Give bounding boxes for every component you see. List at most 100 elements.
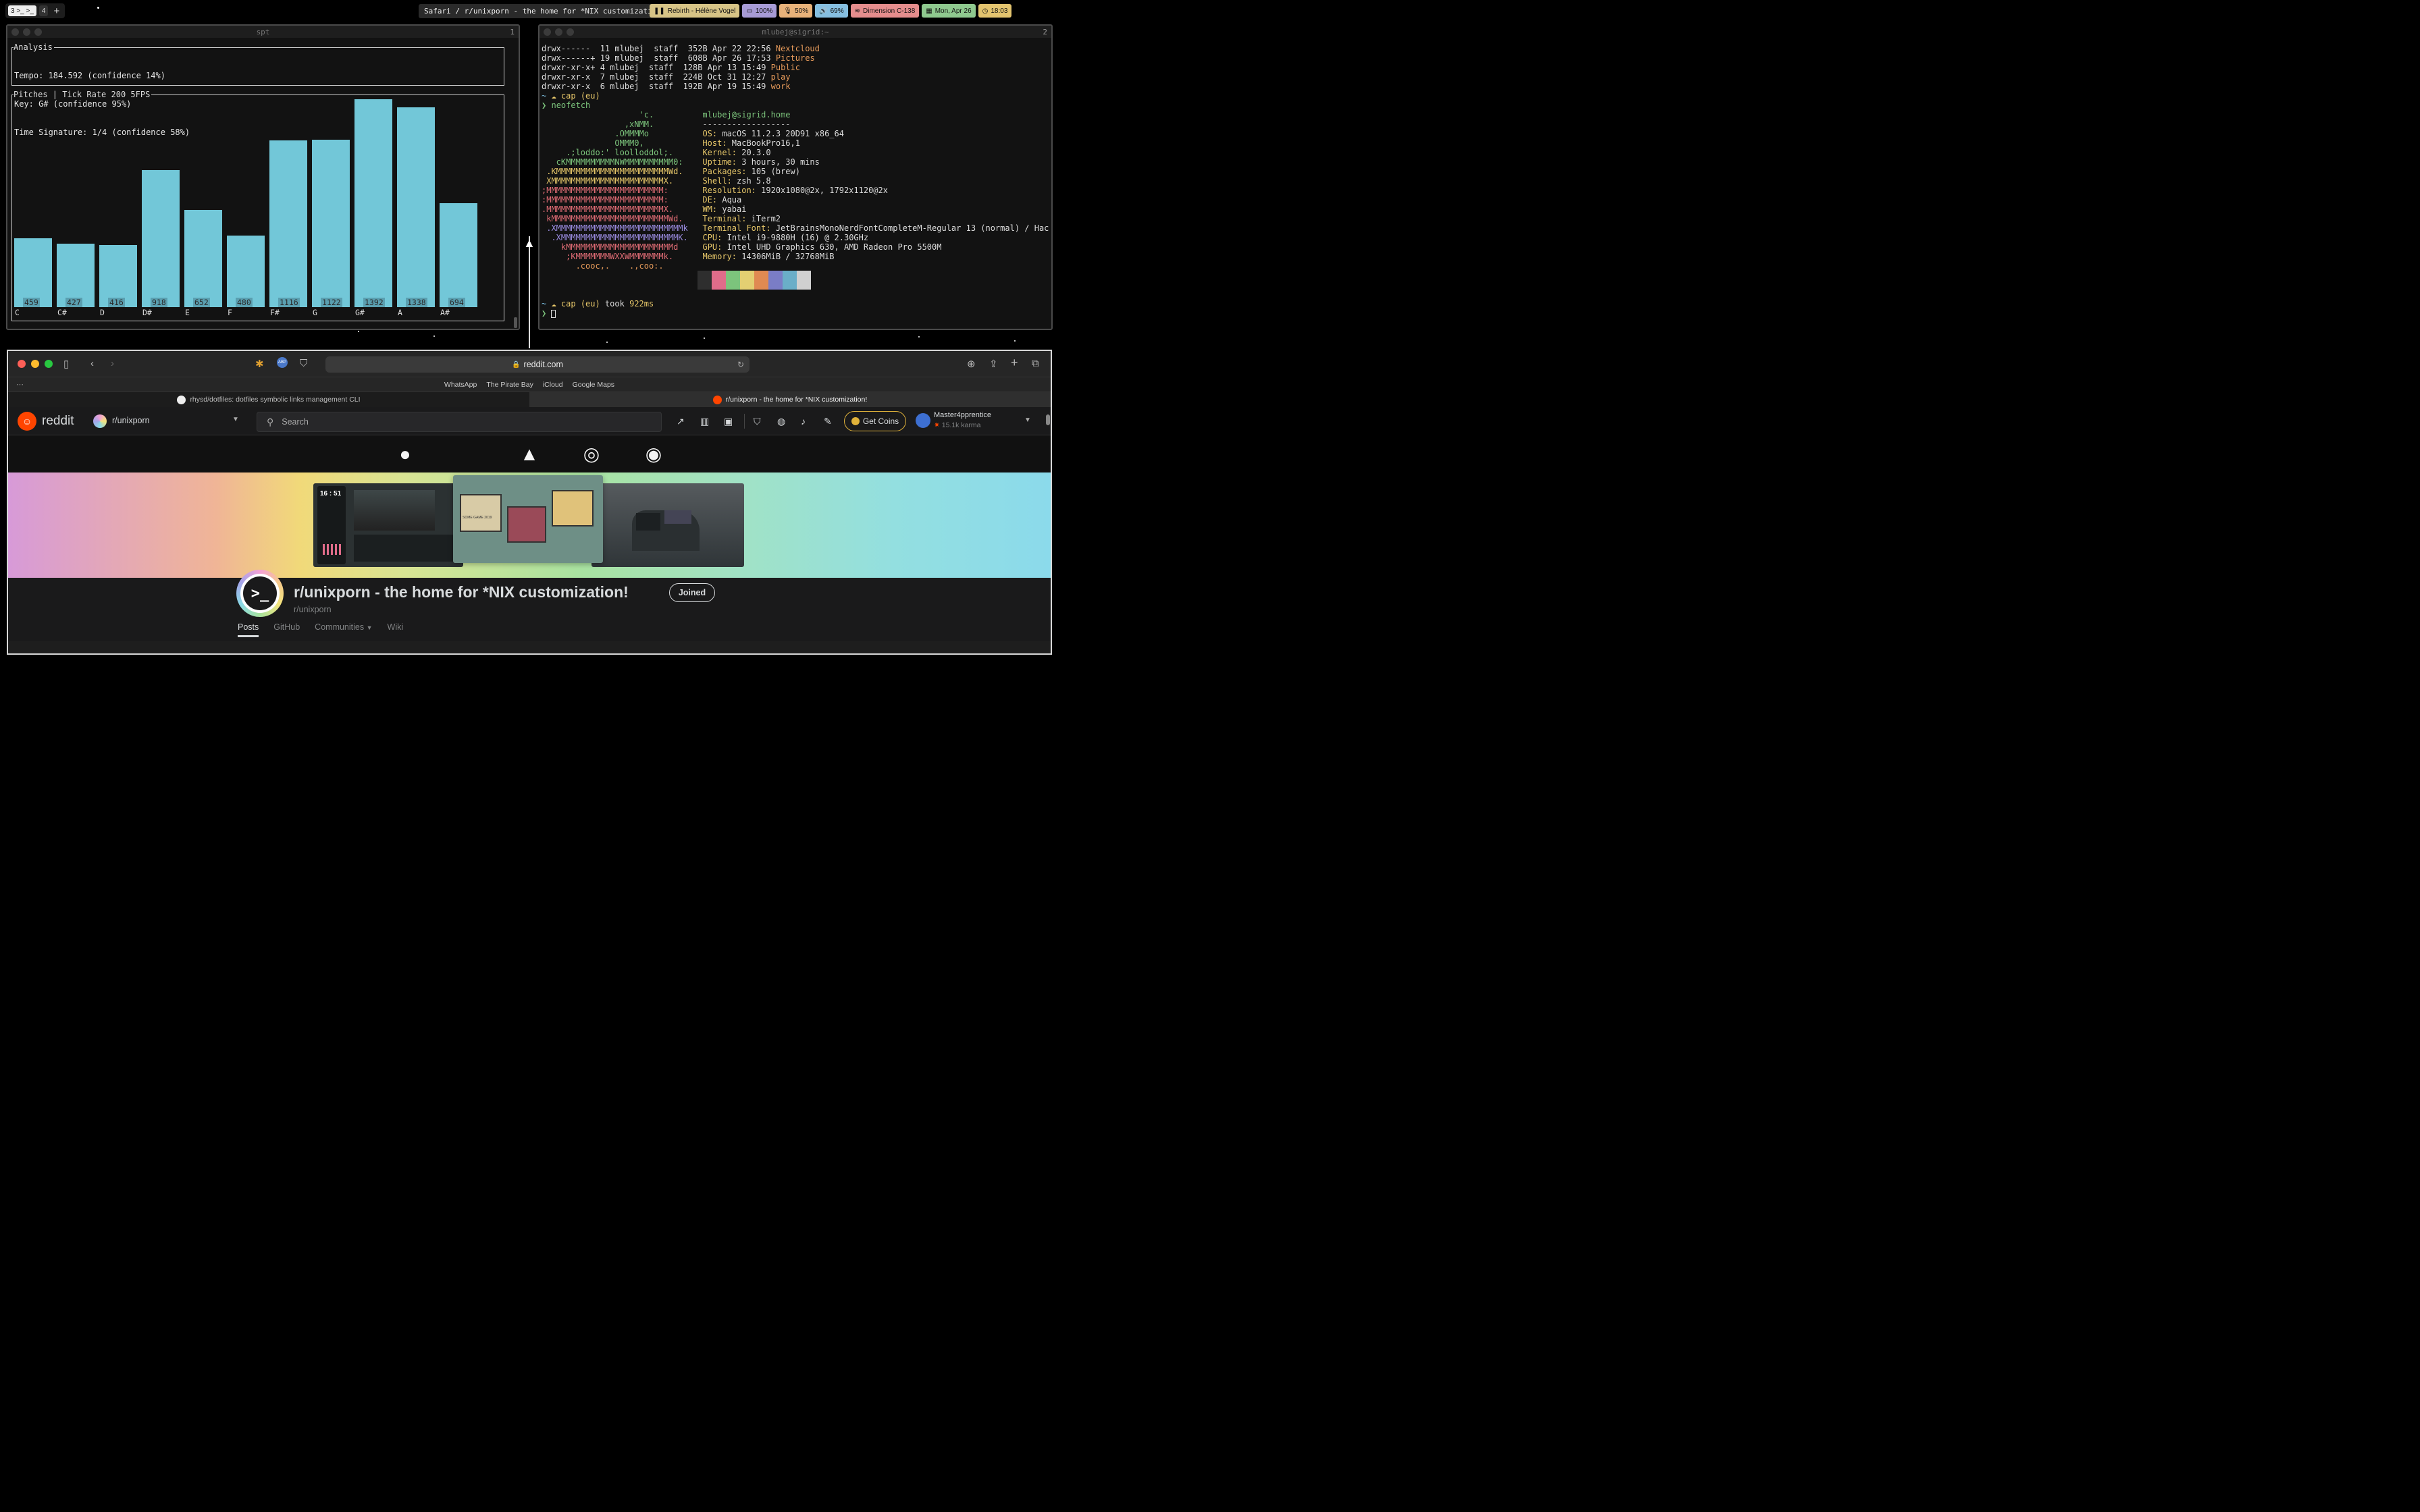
palette-swatch xyxy=(754,271,768,290)
grid-icon[interactable]: ⋯ xyxy=(16,380,24,389)
close-button[interactable] xyxy=(18,360,26,368)
tab-github[interactable]: GitHub xyxy=(273,622,300,637)
status-pill-5[interactable]: ▦ Mon, Apr 26 xyxy=(922,4,976,18)
status-pill-4[interactable]: ≋ Dimension C-138 xyxy=(850,4,920,18)
microphone-icon: 🎙 xyxy=(783,7,793,15)
arch-icon: ▲ xyxy=(520,443,539,464)
tab-posts[interactable]: Posts xyxy=(238,622,259,637)
neofetch-line: :MMMMMMMMMMMMMMMMMMMMMMMM: DE: Aqua xyxy=(542,195,742,205)
favorite-whatsapp[interactable]: WhatsApp xyxy=(444,381,477,389)
adblock-icon[interactable]: ABP xyxy=(277,357,288,368)
ls-row: drwx------ 11 mlubej staff 352B Apr 22 2… xyxy=(542,44,820,53)
karma-icon: ✷ xyxy=(934,421,940,429)
wifi-icon: ≋ xyxy=(854,7,860,15)
pitch-bar: 480 xyxy=(227,235,265,307)
reload-icon[interactable]: ↻ xyxy=(737,360,744,369)
battery-icon: ▭ xyxy=(746,7,753,15)
tab-wiki[interactable]: Wiki xyxy=(388,622,404,637)
neofetch-line: .;loddo:' loolloddol;. Kernel: 20.3.0 xyxy=(542,148,771,157)
spt-titlebar: spt 1 xyxy=(7,26,519,38)
reddit-wordmark[interactable]: reddit xyxy=(42,414,74,429)
ls-row: drwxr-xr-x 6 mlubej staff 192B Apr 19 15… xyxy=(542,82,791,91)
user-menu-chevron-icon[interactable]: ▼ xyxy=(1024,416,1031,424)
favorite-piratebay[interactable]: The Pirate Bay xyxy=(486,381,533,389)
trending-icon[interactable]: ↗ xyxy=(677,416,685,427)
minimize-button[interactable] xyxy=(31,360,39,368)
neofetch-line: XMMMMMMMMMMMMMMMMMMMMMMMX. Shell: zsh 5.… xyxy=(542,176,771,186)
palette-swatch xyxy=(698,271,712,290)
space-4[interactable]: 4 xyxy=(38,5,49,16)
neofetch-line: .OMMMMo OS: macOS 11.2.3 20D91 x86_64 xyxy=(542,129,844,138)
search-input[interactable]: ⚲ Search xyxy=(257,412,662,432)
extension-icon[interactable]: ✱ xyxy=(255,358,264,370)
status-pill-0[interactable]: ❚❚ Rebirth - Hélène Vogel xyxy=(650,4,740,18)
pitch-bar: 918 xyxy=(142,169,180,307)
joined-button[interactable]: Joined xyxy=(669,583,715,602)
tab-overview-icon[interactable]: ⧉ xyxy=(1032,358,1039,369)
tempo-line: Tempo: 184.592 (confidence 14%) xyxy=(14,71,165,80)
username[interactable]: Master4pprentice xyxy=(934,411,991,419)
tab-label: rhysd/dotfiles: dotfiles symbolic links … xyxy=(190,396,361,404)
rpan-icon[interactable]: ▣ xyxy=(724,416,733,427)
banner-screenshot-2: SOME GAME 2019 xyxy=(453,475,603,563)
forward-icon[interactable]: › xyxy=(111,358,114,369)
subreddit-logo-icon: >_ xyxy=(236,570,284,617)
pitch-value: 1392 xyxy=(363,298,385,307)
reddit-logo-icon[interactable]: ☺ xyxy=(18,412,36,431)
neofetch-line: ;KMMMMMMMWXXWMMMMMMMk. Memory: 14306MiB … xyxy=(542,252,835,261)
page-scrollbar[interactable] xyxy=(1046,414,1050,425)
scrollbar[interactable] xyxy=(514,317,517,328)
favorite-icloud[interactable]: iCloud xyxy=(543,381,563,389)
zoom-button[interactable] xyxy=(45,360,53,368)
add-space-button[interactable]: + xyxy=(51,5,62,17)
chat-icon[interactable]: ◍ xyxy=(777,416,785,427)
window-number: 2 xyxy=(1043,27,1047,36)
neofetch-line: kMMMMMMMMMMMMMMMMMMMMMMMMWd. Terminal: i… xyxy=(542,214,781,223)
status-pill-3[interactable]: 🔊 69% xyxy=(815,4,848,18)
avatar[interactable] xyxy=(916,413,930,428)
community-switcher[interactable]: r/unixporn xyxy=(112,416,150,425)
tab-communities[interactable]: Communities ▼ xyxy=(315,622,372,637)
pitch-value: 1338 xyxy=(406,297,427,307)
palette-swatch xyxy=(797,271,811,290)
shield-icon[interactable]: ⛉ xyxy=(300,358,307,369)
share-icon[interactable]: ⇪ xyxy=(989,358,998,370)
stats-icon[interactable]: ▥ xyxy=(700,416,709,427)
pitch-bar: 416 xyxy=(99,244,137,307)
status-pill-6[interactable]: ◷ 18:03 xyxy=(978,4,1012,18)
get-coins-label: Get Coins xyxy=(862,416,899,426)
chevron-down-icon[interactable]: ▼ xyxy=(232,416,239,423)
get-coins-button[interactable]: Get Coins xyxy=(844,411,906,431)
sidebar-icon[interactable]: ▯ xyxy=(63,358,69,370)
status-pill-1[interactable]: ▭ 100% xyxy=(742,4,777,18)
pitch-bar: 694 xyxy=(440,203,477,307)
downloads-icon[interactable]: ⊕ xyxy=(967,358,976,370)
mod-shield-icon[interactable]: ⛉ xyxy=(754,416,761,427)
window-divider xyxy=(529,236,530,348)
address-bar[interactable]: 🔒 reddit.com ↻ xyxy=(325,356,749,373)
tab-dotfiles[interactable]: rhysd/dotfiles: dotfiles symbolic links … xyxy=(8,392,529,407)
status-pill-2[interactable]: 🎙 50% xyxy=(779,4,813,18)
space-3[interactable]: 3 >_ >_ xyxy=(8,5,36,16)
status-label: 18:03 xyxy=(991,7,1008,15)
subreddit-title: r/unixporn - the home for *NIX customiza… xyxy=(294,583,629,601)
favorite-google-maps[interactable]: Google Maps xyxy=(573,381,614,389)
new-tab-icon[interactable]: + xyxy=(1011,356,1018,370)
terminal-output[interactable]: drwx------ 11 mlubej staff 352B Apr 22 2… xyxy=(542,44,1049,318)
back-icon[interactable]: ‹ xyxy=(90,358,94,369)
pitch-chart: 459 C 427 C# 416 D 918 D# 652 E 480 F 1116 F# 1122 G 139… xyxy=(12,95,504,321)
neofetch-line: .KMMMMMMMMMMMMMMMMMMMMMMMWd. Packages: 1… xyxy=(542,167,800,176)
ls-row: drwxr-xr-x+ 4 mlubej staff 128B Apr 13 1… xyxy=(542,63,801,72)
notifications-icon[interactable]: ♪ xyxy=(801,416,806,427)
ls-row: drwx------+ 19 mlubej staff 608B Apr 26 … xyxy=(542,53,815,63)
neofetch-line: ,xNMM. ------------------ xyxy=(542,119,791,129)
gentoo-icon: ◉ xyxy=(645,443,662,464)
create-post-icon[interactable]: ✎ xyxy=(824,416,832,427)
pitch-label: D# xyxy=(142,308,152,317)
banner-screenshot-1: 16 : 51 xyxy=(313,483,463,567)
pitch-label: G xyxy=(313,308,317,317)
prompt-line: ~ ☁ cap (eu) took 922ms xyxy=(542,299,654,308)
tab-unixporn[interactable]: r/unixporn - the home for *NIX customiza… xyxy=(529,392,1051,407)
safari-toolbar: ▯ ‹ › ✱ ABP ⛉ 🔒 reddit.com ↻ ⊕ ⇪ + ⧉ xyxy=(8,351,1051,377)
